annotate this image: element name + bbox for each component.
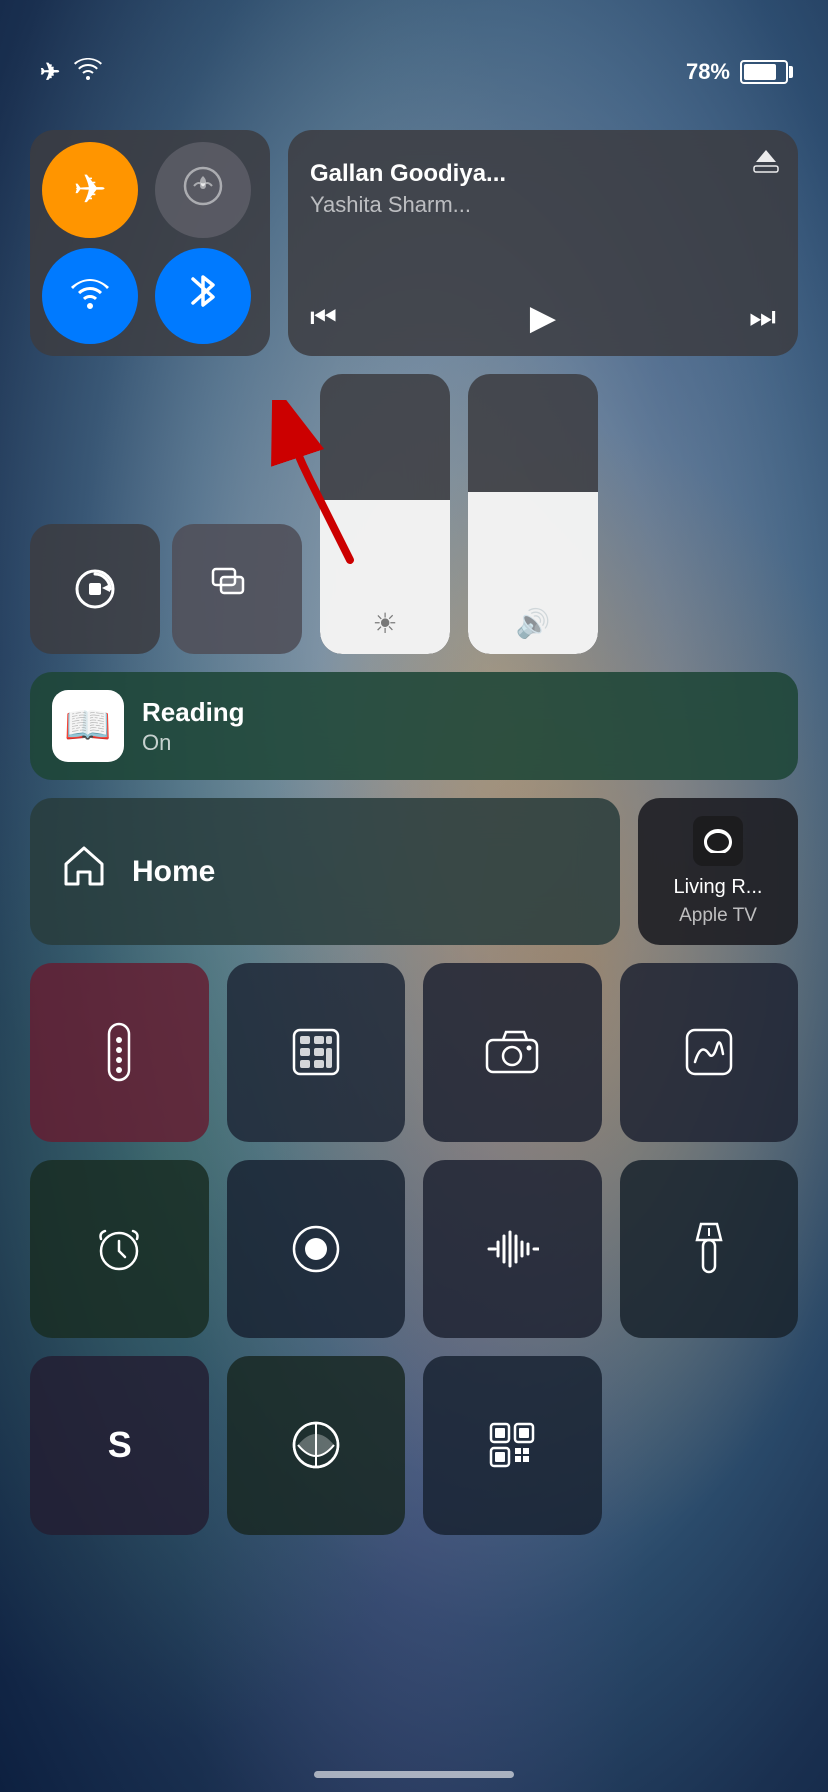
wifi-icon	[74, 58, 102, 87]
middle-row: ☀ 🔊	[30, 374, 798, 654]
icon-grid-row3: S	[30, 1356, 798, 1535]
soundwave-button[interactable]	[423, 1160, 602, 1339]
play-button[interactable]: ▶	[530, 298, 556, 338]
wifi-btn-icon	[65, 271, 115, 321]
media-player[interactable]: Gallan Goodiya... Yashita Sharm... ⏮ ▶ ⏭	[288, 130, 798, 356]
icon-grid-row2	[30, 1160, 798, 1339]
media-controls: ⏮ ▶ ⏭	[310, 298, 776, 338]
top-row: ✈	[30, 130, 798, 356]
appletv-room: Living R...	[674, 876, 763, 899]
red-arrow-indicator	[270, 400, 390, 570]
home-indicator	[314, 1771, 514, 1778]
connectivity-block[interactable]: ✈	[30, 130, 270, 356]
next-track-button[interactable]: ⏭	[749, 301, 776, 335]
home-icon	[58, 840, 110, 904]
cellular-icon	[181, 164, 225, 217]
remote-button[interactable]	[30, 963, 209, 1142]
camera-button[interactable]	[423, 963, 602, 1142]
battery-icon	[740, 60, 788, 84]
media-title: Gallan Goodiya...	[310, 160, 776, 188]
icon-grid-row1	[30, 963, 798, 1142]
home-button[interactable]: Home	[30, 798, 620, 945]
reading-mode-block[interactable]: 📖 Reading On	[30, 672, 798, 780]
battery-percent: 78%	[686, 59, 730, 85]
apple-tv-block[interactable]: Living R... Apple TV	[638, 798, 798, 945]
airplay-icon[interactable]	[752, 148, 780, 183]
airplane-btn-icon: ✈	[73, 167, 107, 213]
wifi-button[interactable]	[42, 248, 138, 344]
airplane-mode-button[interactable]: ✈	[42, 142, 138, 238]
rotation-lock-button[interactable]	[30, 524, 160, 654]
reading-status: On	[142, 730, 245, 756]
shazam-button[interactable]: S	[30, 1356, 209, 1535]
bluetooth-icon	[188, 267, 218, 325]
media-artist: Yashita Sharm...	[310, 192, 776, 218]
screen-record-button[interactable]	[227, 1160, 406, 1339]
home-label: Home	[132, 855, 215, 889]
alarm-button[interactable]	[30, 1160, 209, 1339]
status-bar: ✈ 78%	[0, 50, 828, 94]
volume-slider[interactable]: 🔊	[468, 374, 598, 654]
cellular-button[interactable]	[155, 142, 251, 238]
previous-track-button[interactable]: ⏮	[310, 301, 337, 335]
status-right: 78%	[686, 59, 788, 85]
sliders: ☀ 🔊	[320, 374, 798, 654]
volume-icon: 🔊	[516, 607, 551, 640]
calculator-button[interactable]	[227, 963, 406, 1142]
flashlight-button[interactable]	[620, 1160, 799, 1339]
bluetooth-button[interactable]	[155, 248, 251, 344]
control-center: ✈	[30, 130, 798, 1553]
brightness-icon: ☀	[372, 607, 397, 640]
airplane-icon: ✈	[40, 58, 60, 87]
status-left: ✈	[40, 58, 102, 87]
reading-label: Reading	[142, 697, 245, 728]
reading-icon: 📖	[52, 690, 124, 762]
signature-button[interactable]	[620, 963, 799, 1142]
appletv-logo	[693, 816, 743, 866]
appletv-name: Apple TV	[679, 905, 757, 927]
reading-text: Reading On	[142, 697, 245, 756]
qrcode-button[interactable]	[423, 1356, 602, 1535]
home-row: Home Living R... Apple TV	[30, 798, 798, 945]
small-buttons	[30, 524, 302, 654]
accessibility-button[interactable]	[227, 1356, 406, 1535]
